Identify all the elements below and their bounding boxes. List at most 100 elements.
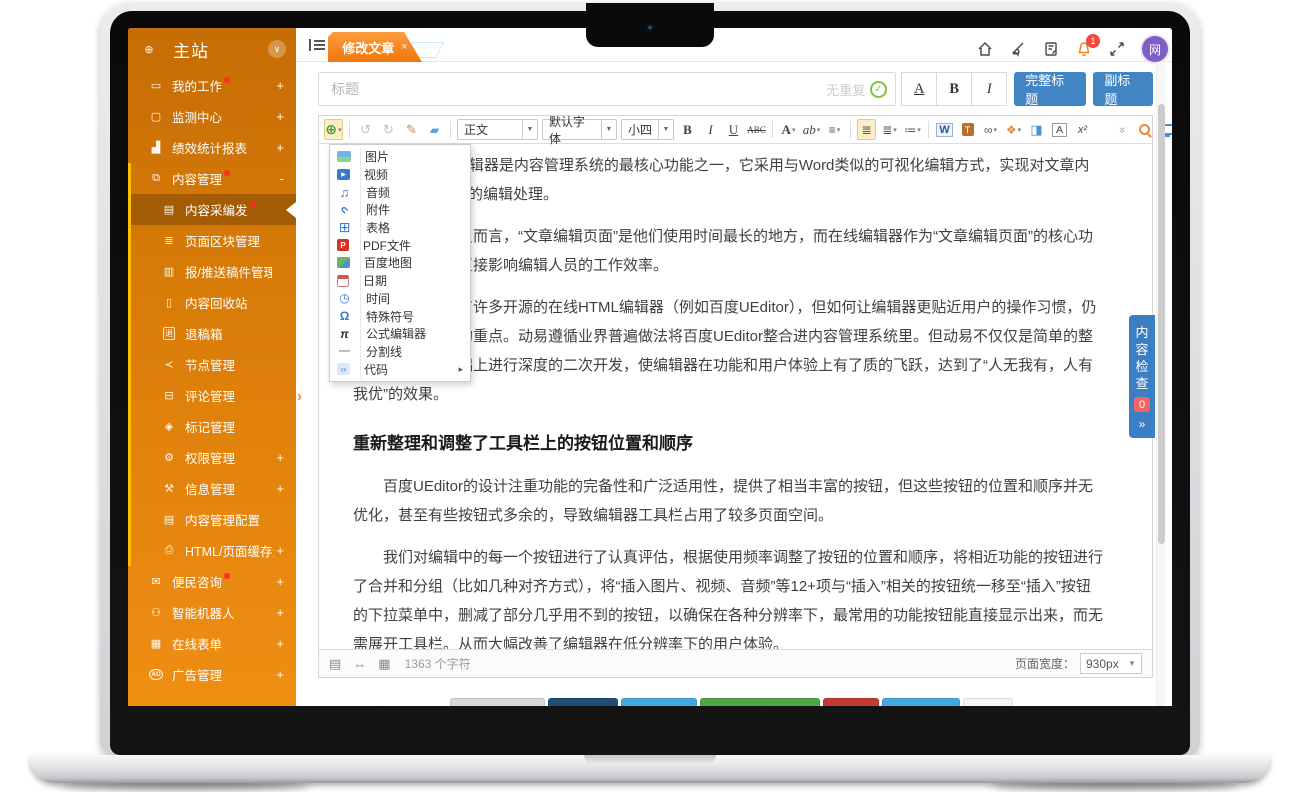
insert-menu-item[interactable]: 视频 (330, 166, 470, 184)
sub-title-button[interactable]: 副标题 (1093, 72, 1153, 106)
highlight-button[interactable]: ab▾ (802, 119, 821, 140)
expand-toggle[interactable]: + (272, 109, 284, 124)
format-brush-icon[interactable]: ✎ (402, 119, 421, 140)
page-action-button[interactable] (882, 698, 960, 706)
strikethrough-button[interactable]: ABC (747, 119, 766, 140)
expand-toggle[interactable]: + (272, 667, 284, 682)
more-tools-button[interactable]: « (1112, 119, 1131, 140)
superscript-button[interactable]: x² (1073, 119, 1092, 140)
eraser-icon[interactable]: ▰ (425, 119, 444, 140)
page-width-icon[interactable]: ↔ (353, 656, 366, 671)
page-width-select[interactable]: 930px▼ (1080, 653, 1142, 674)
indent-button[interactable]: ≣ (857, 119, 876, 140)
fullscreen-icon[interactable] (1107, 39, 1127, 59)
insert-menu-item[interactable]: 音频 (330, 183, 470, 201)
sidebar-item[interactable]: 内容回收站 (128, 287, 296, 318)
home-icon[interactable] (975, 39, 995, 59)
clean-broom-icon[interactable] (1008, 39, 1028, 59)
sidebar-item[interactable]: 内容采编发 (128, 194, 296, 225)
sidebar-collapse-handle[interactable]: › (297, 388, 302, 405)
magic-format-button[interactable]: ❖▾ (1004, 119, 1023, 140)
notification-bell-icon[interactable]: 1 (1074, 39, 1094, 59)
unordered-list-button[interactable]: ≔▾ (903, 119, 922, 140)
redo-icon[interactable]: ↻ (379, 119, 398, 140)
expand-toggle[interactable]: + (272, 481, 284, 496)
sidebar-item[interactable]: 监测中心 + (128, 101, 296, 132)
sidebar-item[interactable]: 节点管理 (128, 349, 296, 380)
content-check-tab[interactable]: 内容检查 0 » (1129, 315, 1155, 438)
sidebar-item[interactable]: 退稿箱 (128, 318, 296, 349)
underline-button[interactable]: U (724, 119, 743, 140)
avatar[interactable]: 网 (1142, 36, 1168, 62)
page-action-button[interactable] (548, 698, 618, 706)
sidebar-item[interactable]: 绩效统计报表 + (128, 132, 296, 163)
title-bold-button[interactable]: B (936, 72, 972, 106)
page-action-button[interactable] (963, 698, 1013, 706)
insert-menu-item[interactable]: PDF文件 (330, 236, 470, 254)
insert-menu-item[interactable]: 百度地图 (330, 254, 470, 272)
page-action-button[interactable] (621, 698, 697, 706)
menu-fold-icon[interactable] (309, 39, 325, 51)
insert-menu-item[interactable]: 代码 (330, 360, 470, 378)
title-color-button[interactable]: A (901, 72, 937, 106)
insert-menu-item[interactable]: 图片 (330, 148, 470, 166)
sidebar-item[interactable]: 广告管理 + (128, 659, 296, 690)
expand-toggle[interactable]: + (274, 543, 284, 558)
draft-note-icon[interactable] (1041, 39, 1061, 59)
close-icon[interactable]: × (401, 41, 407, 53)
paragraph-select[interactable]: 正文▼ (457, 119, 538, 140)
sidebar-item[interactable]: 报/推送稿件管理 (128, 256, 296, 287)
bold-button[interactable]: B (678, 119, 697, 140)
page-action-button[interactable] (823, 698, 879, 706)
font-color-button[interactable]: A▾ (779, 119, 798, 140)
title-input[interactable] (318, 72, 896, 106)
grid-view-icon[interactable]: ▦ (378, 656, 390, 672)
insert-menu-item[interactable]: 时间 (330, 290, 470, 308)
expand-toggle[interactable]: - (272, 171, 284, 186)
boxed-text-button[interactable]: A (1050, 119, 1069, 140)
full-title-button[interactable]: 完整标题 (1014, 72, 1086, 106)
expand-toggle[interactable]: + (272, 605, 284, 620)
insert-menu-item[interactable]: 日期 (330, 272, 470, 290)
expand-toggle[interactable]: + (272, 450, 284, 465)
ordered-list-button[interactable]: ≣▾ (880, 119, 899, 140)
font-size-select[interactable]: 小四▼ (621, 119, 674, 140)
font-select[interactable]: 默认字体▼ (542, 119, 617, 140)
insert-menu-item[interactable]: 分割线 (330, 343, 470, 361)
sidebar-item[interactable]: 评论管理 (128, 380, 296, 411)
sidebar-header[interactable]: 主站 ∨ (128, 28, 296, 70)
insert-menu-item[interactable]: 公式编辑器 (330, 325, 470, 343)
page-action-button[interactable] (700, 698, 820, 706)
page-action-button[interactable] (450, 698, 545, 706)
sidebar-item[interactable]: HTML/页面缓存生成 + (128, 535, 296, 566)
insert-menu-item[interactable]: 表格 (330, 219, 470, 237)
sidebar-item[interactable]: 信息管理 + (128, 473, 296, 504)
chevron-down-icon[interactable]: ∨ (268, 40, 286, 58)
insert-menu-item[interactable]: 附件 (330, 201, 470, 219)
scrollbar-track[interactable] (1156, 62, 1165, 706)
sidebar-item[interactable]: 页面区块管理 (128, 225, 296, 256)
sidebar-item[interactable]: 便民咨询 + (128, 566, 296, 597)
align-button[interactable]: ≡▾ (825, 119, 844, 140)
paste-text-button[interactable] (958, 119, 977, 140)
sidebar-item[interactable]: 内容管理配置 (128, 504, 296, 535)
search-icon[interactable] (1135, 119, 1154, 140)
title-italic-button[interactable]: I (971, 72, 1007, 106)
expand-toggle[interactable]: + (272, 636, 284, 651)
tab-edit-article[interactable]: 修改文章 × (328, 32, 422, 62)
sidebar-item[interactable]: 在线表单 + (128, 628, 296, 659)
sidebar-item[interactable]: 标记管理 (128, 411, 296, 442)
scrollbar-thumb[interactable] (1158, 104, 1165, 544)
sidebar-item[interactable]: 我的工作 + (128, 70, 296, 101)
paste-word-button[interactable]: W (935, 119, 954, 140)
sidebar-item[interactable]: 内容管理 - (128, 163, 296, 194)
expand-toggle[interactable]: + (272, 140, 284, 155)
layout-columns-button[interactable]: ◨ (1027, 119, 1046, 140)
expand-toggle[interactable]: + (272, 574, 284, 589)
expand-toggle[interactable]: + (272, 78, 284, 93)
sidebar-item[interactable]: 智能机器人 + (128, 597, 296, 628)
link-button[interactable]: ∞▾ (981, 119, 1000, 140)
sidebar-item[interactable]: 权限管理 + (128, 442, 296, 473)
insert-button[interactable]: ⊕▾ (324, 119, 343, 140)
insert-menu-item[interactable]: 特殊符号 (330, 307, 470, 325)
